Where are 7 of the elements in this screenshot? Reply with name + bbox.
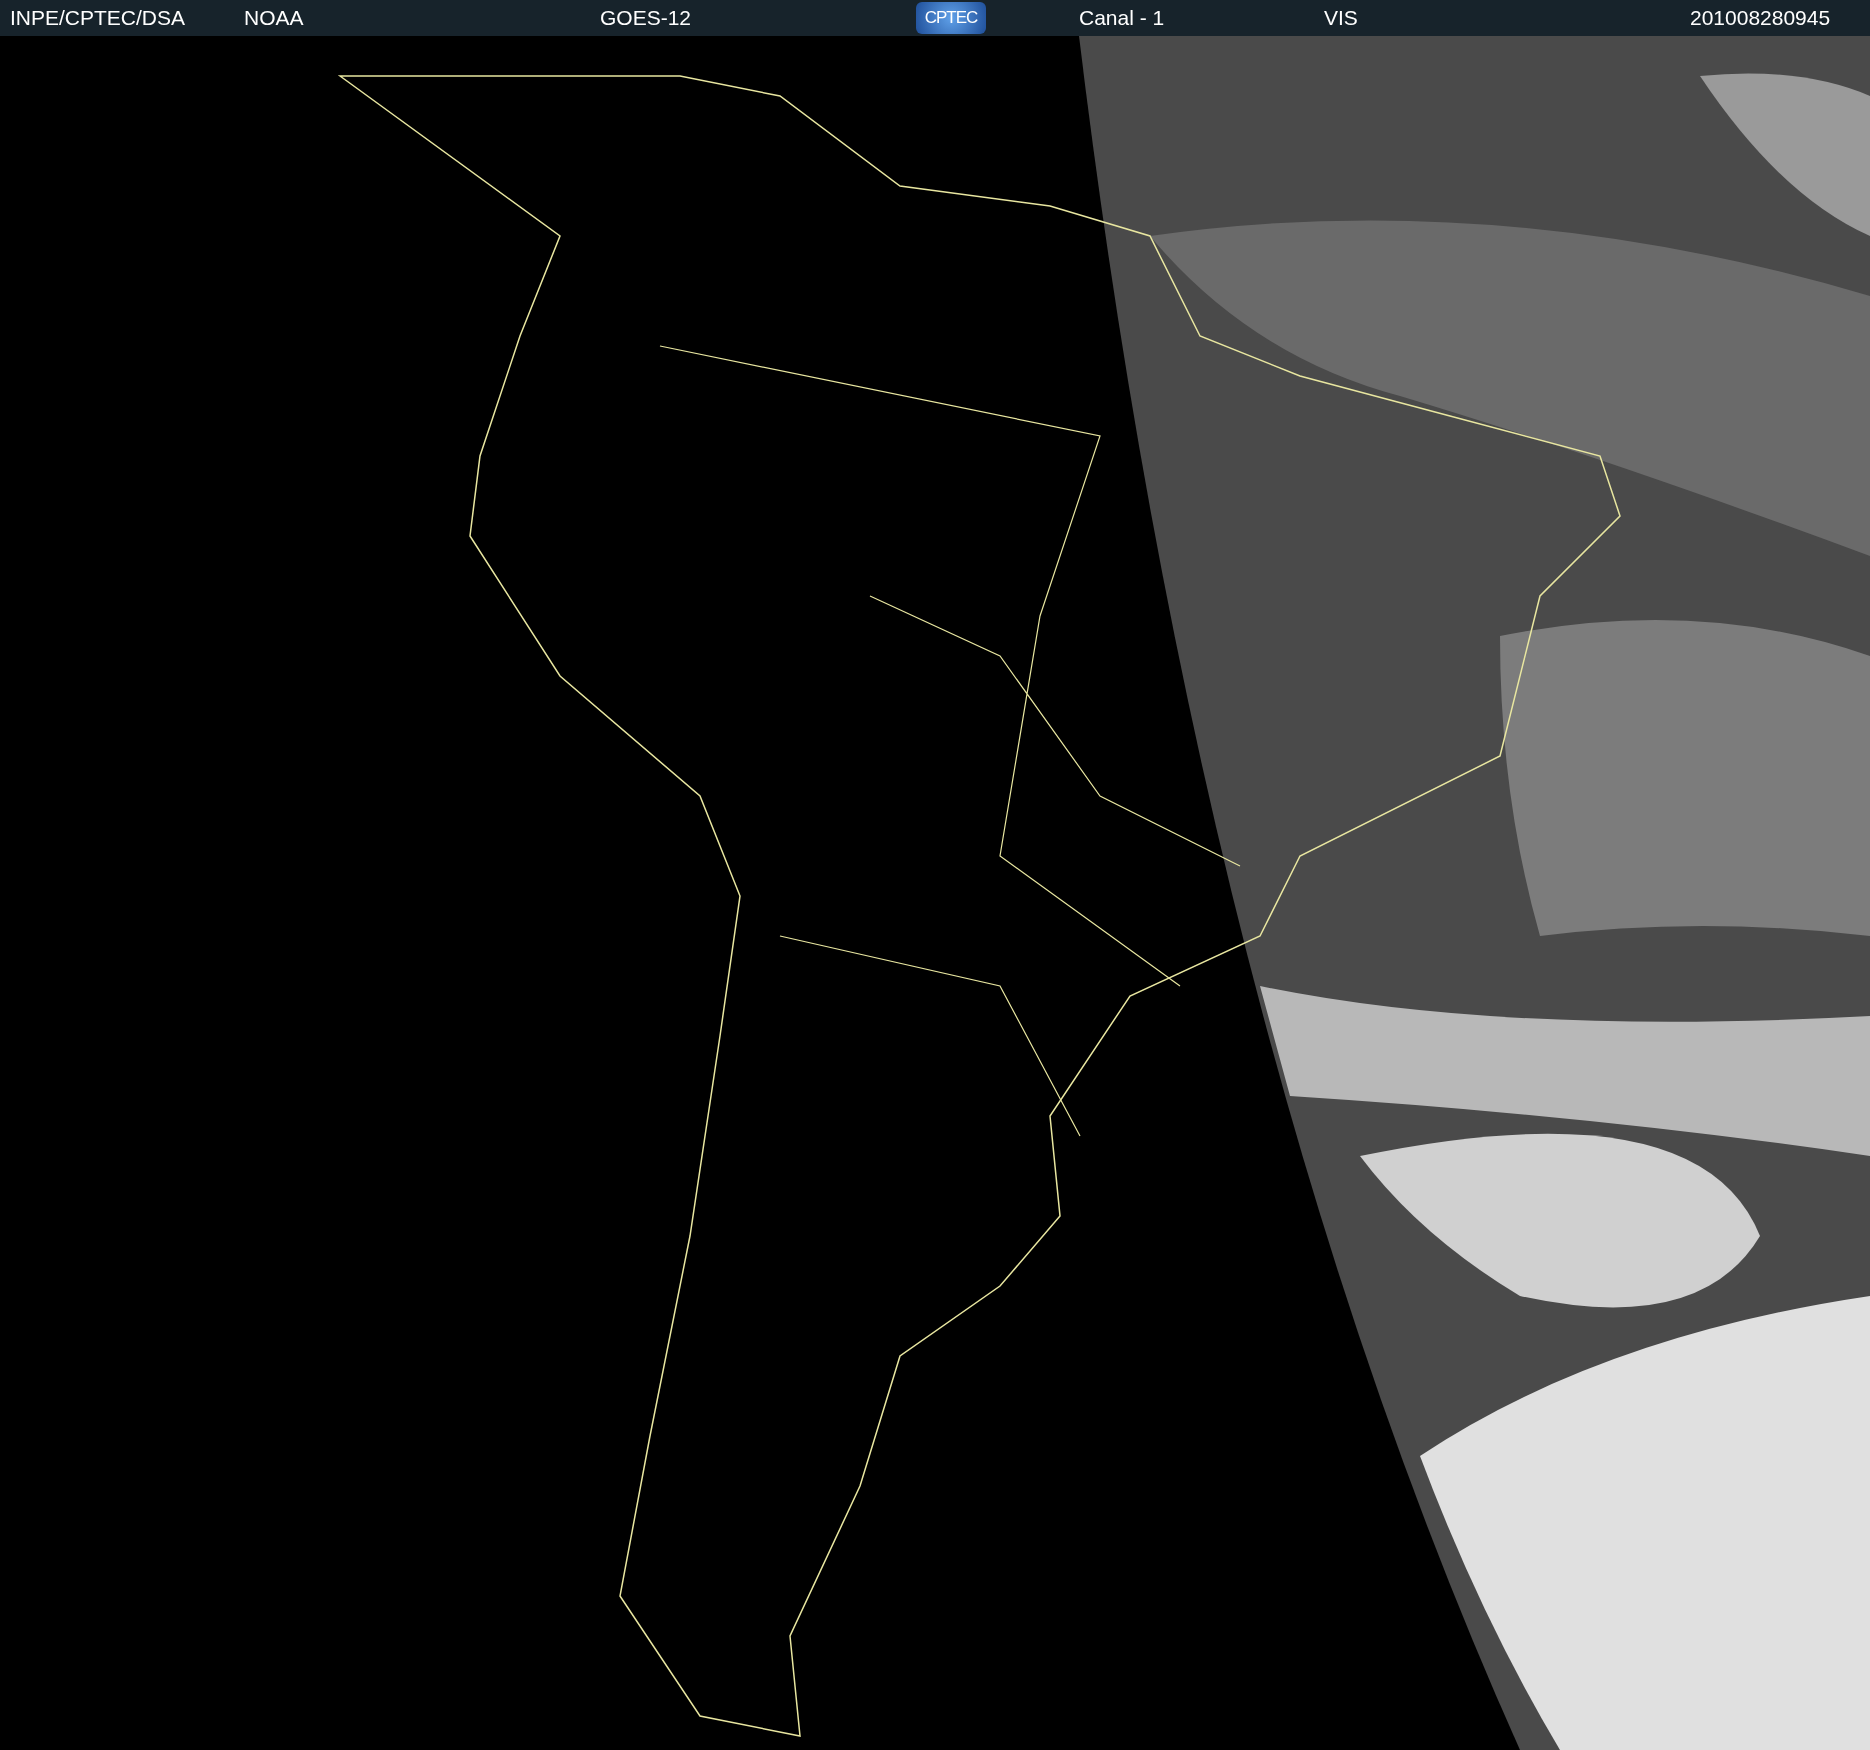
timestamp-label: 201008280945 xyxy=(1690,6,1832,30)
channel-label: Canal - 1 xyxy=(1079,6,1166,30)
logo: CPTEC xyxy=(916,2,986,34)
source-label: INPE/CPTEC/DSA xyxy=(10,6,187,30)
satellite-label: GOES-12 xyxy=(600,6,693,30)
band-label: VIS xyxy=(1324,6,1359,30)
agency-label: NOAA xyxy=(244,6,305,30)
